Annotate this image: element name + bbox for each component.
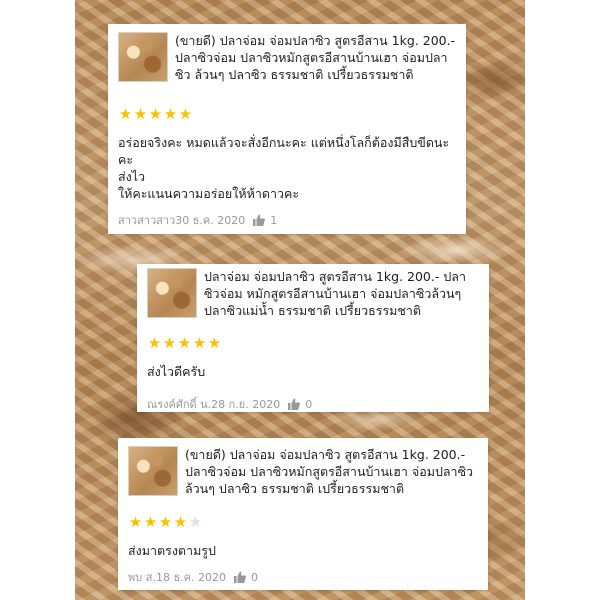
review-card: (ขายดี) ปลาจ่อม จ่อมปลาซิว สูตรอีสาน 1kg…: [118, 438, 488, 590]
review-meta: พบ ส. 18 ธ.ค. 2020 0: [128, 568, 258, 586]
star-filled-icon: ★: [147, 334, 162, 352]
rating-stars: ★ ★ ★ ★ ★: [147, 336, 479, 351]
star-filled-icon: ★: [133, 105, 148, 123]
star-filled-icon: ★: [163, 105, 178, 123]
star-filled-icon: ★: [158, 513, 173, 531]
thumbs-up-icon[interactable]: [234, 571, 246, 583]
reviewer-name: พบ ส.: [128, 571, 156, 584]
star-filled-icon: ★: [118, 105, 133, 123]
review-text: อร่อยจริงคะ หมดแล้วจะสั่งอีกนะคะ แต่หนึ่…: [118, 135, 450, 201]
thumbs-up-icon[interactable]: [253, 214, 266, 226]
reviewer-name: ณรงค์ศักดิ์ น.: [147, 398, 212, 411]
star-filled-icon: ★: [162, 334, 177, 352]
review-date: 30 ธ.ค. 2020: [175, 214, 246, 227]
product-thumbnail[interactable]: [118, 32, 168, 82]
reviewer-name: สาวสาวสาว: [118, 214, 176, 227]
review-product-header[interactable]: (ขายดี) ปลาจ่อม จ่อมปลาซิว สูตรอีสาน 1kg…: [128, 446, 478, 497]
star-filled-icon: ★: [178, 105, 193, 123]
review-text: ส่งมาตรงตามรูป: [128, 543, 216, 558]
star-filled-icon: ★: [143, 513, 158, 531]
review-product-header[interactable]: (ขายดี) ปลาจ่อม จ่อมปลาซิว สูตรอีสาน 1kg…: [118, 32, 456, 83]
like-count: 0: [251, 570, 259, 584]
like-count: 0: [305, 397, 313, 411]
star-filled-icon: ★: [177, 334, 192, 352]
product-name[interactable]: (ขายดี) ปลาจ่อม จ่อมปลาซิว สูตรอีสาน 1kg…: [175, 32, 456, 83]
thumbs-up-icon[interactable]: [288, 398, 301, 410]
star-filled-icon: ★: [148, 105, 163, 123]
review-card: (ขายดี) ปลาจ่อม จ่อมปลาซิว สูตรอีสาน 1kg…: [108, 24, 466, 234]
review-date: 18 ธ.ค. 2020: [155, 571, 227, 584]
like-count: 1: [270, 213, 278, 227]
review-text: ส่งไวดีครับ: [147, 364, 206, 379]
review-card: ปลาจ่อม จ่อมปลาซิว สูตรอีสาน 1kg. 200.- …: [137, 264, 489, 412]
rating-stars: ★ ★ ★ ★ ★: [128, 515, 478, 530]
star-filled-icon: ★: [173, 513, 188, 531]
star-empty-icon: ★: [188, 513, 203, 531]
product-thumbnail[interactable]: [128, 446, 178, 496]
review-product-header[interactable]: ปลาจ่อม จ่อมปลาซิว สูตรอีสาน 1kg. 200.- …: [147, 268, 479, 319]
star-filled-icon: ★: [207, 334, 222, 352]
star-filled-icon: ★: [128, 513, 143, 531]
review-meta: สาวสาวสาว 30 ธ.ค. 2020 1: [118, 211, 277, 229]
product-name[interactable]: ปลาจ่อม จ่อมปลาซิว สูตรอีสาน 1kg. 200.- …: [204, 268, 479, 319]
review-date: 28 ก.ย. 2020: [211, 398, 281, 411]
star-filled-icon: ★: [192, 334, 207, 352]
product-thumbnail[interactable]: [147, 268, 197, 318]
rating-stars: ★ ★ ★ ★ ★: [118, 107, 456, 122]
product-name[interactable]: (ขายดี) ปลาจ่อม จ่อมปลาซิว สูตรอีสาน 1kg…: [185, 446, 478, 497]
review-meta: ณรงค์ศักดิ์ น. 28 ก.ย. 2020 0: [147, 395, 312, 413]
